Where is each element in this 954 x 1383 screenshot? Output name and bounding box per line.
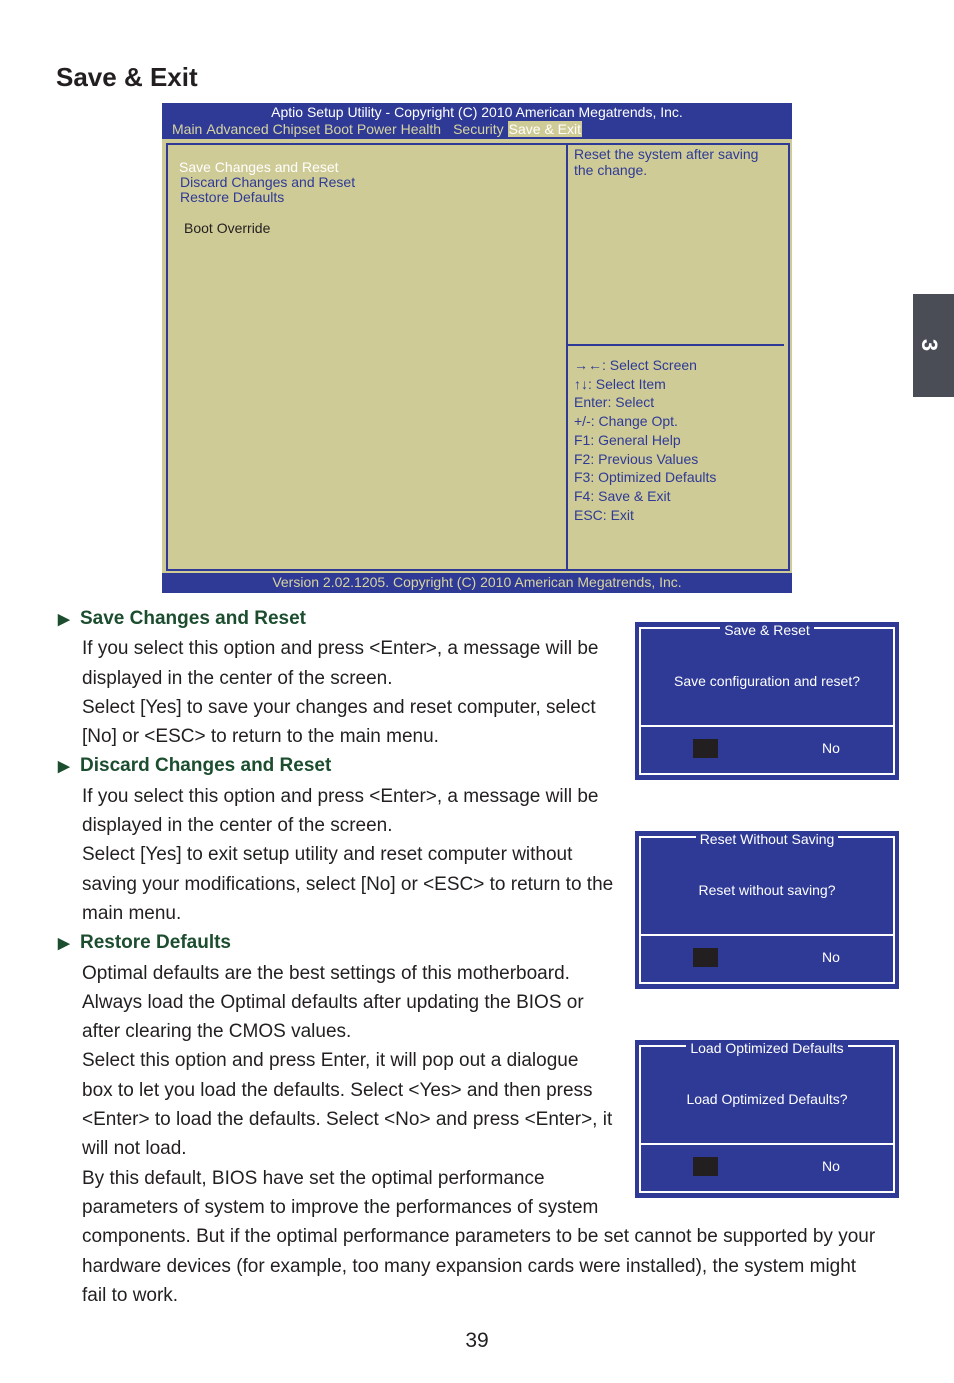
bios-tab-main[interactable]: Main [172,121,202,137]
dialog-box: Load Optimized Defaults Load Optimized De… [635,1040,899,1198]
key-hint: F1: General Help [574,431,681,448]
chapter-tab: 3 [913,294,954,397]
dialog-title: Load Optimized Defaults [635,1040,899,1056]
key-hint: +/-: Change Opt. [574,413,678,430]
bios-tab-power[interactable]: Power [357,121,397,137]
dialog-message: Reset without saving? [698,882,836,898]
chapter-number: 3 [917,338,943,352]
triangle-bullet-icon: ▶ [58,611,70,628]
dialog-title-text: Save & Reset [720,622,814,638]
dialog-message: Save configuration and reset? [673,673,860,689]
key-hint: Enter: Select [574,394,655,411]
yes-button-highlight[interactable] [693,948,718,967]
paragraph-line: components. But if the optimal performan… [82,1226,876,1248]
divider [566,143,568,571]
dialog-button-frame [639,934,895,984]
paragraph-line: If you select this option and press <Ent… [82,785,599,807]
triangle-bullet-icon: ▶ [58,935,70,953]
bios-item-boot-override: Boot Override [184,220,271,236]
bios-tab-boot[interactable]: Boot [324,121,353,137]
paragraph-line: Always load the Optimal defaults after u… [82,991,584,1013]
paragraph-line: fail to work. [82,1284,179,1306]
dialog-message: Load Optimized Defaults? [686,1091,848,1107]
key-hint: F4: Save & Exit [574,487,671,504]
bios-item-discard-changes-reset[interactable]: Discard Changes and Reset [180,174,355,190]
section-heading-text: Discard Changes and Reset [80,755,332,777]
dialog-box: Save & Reset Save configuration and reset… [635,622,899,780]
key-hint: F2: Previous Values [574,450,699,467]
key-hint: F3: Optimized Defaults [574,469,717,486]
bios-menu-bar: Main Advanced Chipset Boot Power Health Securi… [172,121,586,137]
dialog-button-frame [639,725,895,775]
no-button[interactable]: No [822,949,840,965]
bios-item-restore-defaults[interactable]: Restore Defaults [180,189,284,205]
paragraph-line: hardware devices (for example, too many … [82,1255,857,1277]
bios-item-save-changes-reset[interactable]: Save Changes and Reset [179,159,339,175]
bios-tab-chipset[interactable]: Chipset [273,121,320,137]
dialog-button-frame [639,1143,895,1193]
page-number: 39 [465,1329,489,1352]
bios-tab-health[interactable]: Health [401,121,441,137]
dialog-title-text: Load Optimized Defaults [686,1040,848,1056]
divider [568,344,784,346]
bios-help-text: Reset the system after saving the change… [574,146,759,178]
section-heading-text: Save Changes and Reset [80,608,306,629]
bios-tab-save-exit[interactable]: Save & Exit [507,121,583,137]
no-button[interactable]: No [822,740,840,756]
bios-tab-advanced[interactable]: Advanced [206,121,268,137]
bios-header-title: Aptio Setup Utility - Copyright (C) 2010… [271,104,683,120]
key-hint: ESC: Exit [574,506,634,523]
triangle-bullet-icon: ▶ [58,758,70,776]
section-heading-text: Restore Defaults [80,932,231,954]
bios-key-legend: →←: Select Screen ↑↓: Select Item Enter: S… [574,356,716,524]
yes-button-highlight[interactable] [693,739,718,758]
yes-button-highlight[interactable] [693,1157,718,1176]
key-hint: ↑↓: Select Item [574,375,666,392]
dialog-title-text: Reset Without Saving [695,831,839,847]
bios-header-bar: Aptio Setup Utility - Copyright (C) 2010… [162,103,792,139]
bios-screenshot: Aptio Setup Utility - Copyright (C) 2010… [162,103,792,593]
no-button[interactable]: No [822,1158,840,1174]
manual-page: Save & Exit Aptio Setup Utility - Copyri… [0,0,954,1383]
bios-tab-security[interactable]: Security [453,121,504,137]
key-hint: →←: Select Screen [574,357,697,373]
dialog-title: Save & Reset [635,622,899,638]
dialog-title: Reset Without Saving [635,831,899,847]
bios-footer: Version 2.02.1205. Copyright (C) 2010 Am… [162,573,792,593]
page-title: Save & Exit [56,62,198,92]
dialog-box: Reset Without Saving Reset without saving… [635,831,899,989]
